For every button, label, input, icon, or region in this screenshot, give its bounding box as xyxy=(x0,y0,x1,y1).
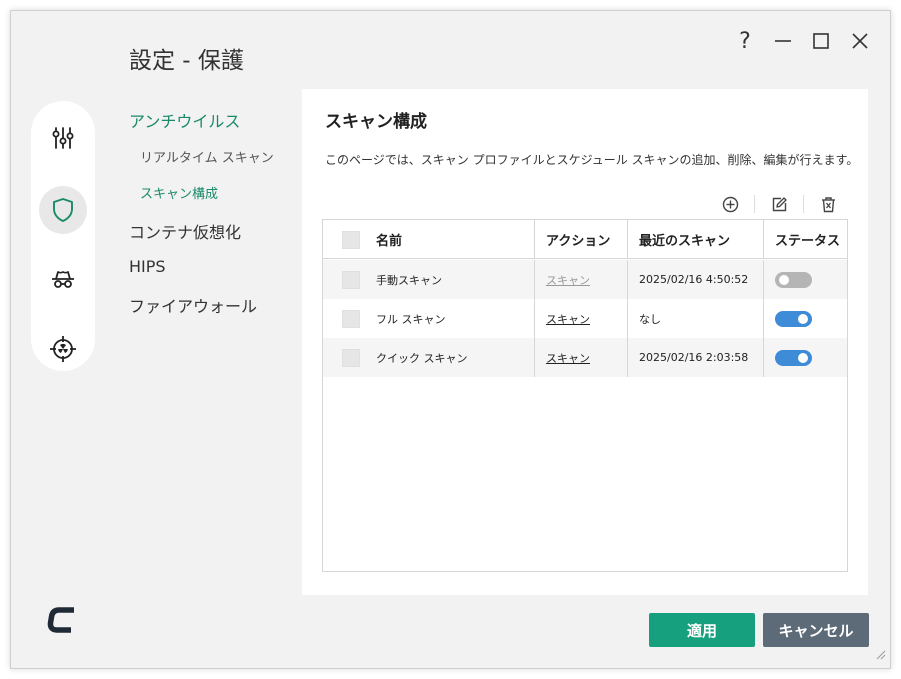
column-header-last-scan[interactable]: 最近のスキャン xyxy=(628,220,764,259)
last-scan-time: 2025/02/16 4:50:52 xyxy=(628,260,764,299)
help-icon: ? xyxy=(739,28,751,54)
spy-icon xyxy=(52,271,74,288)
apply-button[interactable]: 適用 xyxy=(649,613,755,647)
resize-grip-icon xyxy=(876,650,886,660)
last-scan-time: なし xyxy=(628,299,764,338)
rail-item-privacy[interactable] xyxy=(39,256,87,304)
scan-link[interactable]: スキャン xyxy=(546,350,590,366)
window-title: 設定 - 保護 xyxy=(129,48,244,74)
nav-item-container[interactable]: コンテナ仮想化 xyxy=(129,219,241,243)
maximize-icon xyxy=(813,33,829,49)
table-row[interactable]: フル スキャン スキャン なし xyxy=(323,299,847,338)
column-header-action[interactable]: アクション xyxy=(535,220,628,259)
cell-action: スキャン xyxy=(535,338,628,377)
add-button[interactable] xyxy=(718,192,742,216)
shield-icon xyxy=(53,198,73,222)
status-toggle[interactable] xyxy=(775,310,812,327)
rail-item-protection[interactable] xyxy=(39,186,87,234)
nav-item-firewall[interactable]: ファイアウォール xyxy=(129,293,257,317)
cell-name: クイック スキャン xyxy=(323,338,535,377)
minimize-button[interactable] xyxy=(771,29,795,53)
category-rail xyxy=(31,101,95,371)
cell-status xyxy=(764,338,847,377)
row-checkbox[interactable] xyxy=(342,309,360,328)
minimize-icon xyxy=(775,40,791,42)
toolbar-divider xyxy=(803,195,804,213)
nav-item-antivirus[interactable]: アンチウイルス xyxy=(129,108,240,132)
table-toolbar xyxy=(718,192,840,216)
status-toggle[interactable] xyxy=(775,271,812,288)
table-header: 名前 アクション 最近のスキャン ステータス xyxy=(323,220,847,259)
toggle-knob xyxy=(798,313,808,324)
nav-item-realtime-scan[interactable]: リアルタイム スキャン xyxy=(140,147,274,166)
rail-item-general[interactable] xyxy=(39,114,87,162)
select-all-checkbox[interactable] xyxy=(342,230,360,249)
profile-name: 手動スキャン xyxy=(376,273,442,287)
last-scan-time: 2025/02/16 2:03:58 xyxy=(628,338,764,377)
delete-button[interactable] xyxy=(816,192,840,216)
cell-status xyxy=(764,260,847,299)
scan-link[interactable]: スキャン xyxy=(546,272,590,288)
scan-profiles-table: 名前 アクション 最近のスキャン ステータス 手動スキャン スキャン 2025/… xyxy=(322,219,848,572)
cancel-button[interactable]: キャンセル xyxy=(763,613,869,647)
table-row[interactable]: 手動スキャン スキャン 2025/02/16 4:50:52 xyxy=(323,260,847,299)
cell-action: スキャン xyxy=(535,299,628,338)
resize-grip[interactable] xyxy=(876,645,886,664)
row-checkbox[interactable] xyxy=(342,270,360,289)
add-icon xyxy=(722,196,738,212)
row-checkbox[interactable] xyxy=(342,348,360,367)
close-icon xyxy=(852,33,868,49)
help-button[interactable]: ? xyxy=(733,28,757,54)
column-label-name: 名前 xyxy=(376,234,403,249)
edit-button[interactable] xyxy=(767,192,791,216)
table-row[interactable]: クイック スキャン スキャン 2025/02/16 2:03:58 xyxy=(323,338,847,377)
cell-name: フル スキャン xyxy=(323,299,535,338)
toggle-knob xyxy=(779,274,789,285)
cell-status xyxy=(764,299,847,338)
nav-item-scan-config[interactable]: スキャン構成 xyxy=(140,183,218,202)
content-panel: スキャン構成 このページでは、スキャン プロファイルとスケジュール スキャンの追… xyxy=(302,89,868,595)
panel-title: スキャン構成 xyxy=(325,112,427,132)
delete-icon xyxy=(821,196,835,212)
edit-icon xyxy=(772,196,787,211)
rail-item-advanced[interactable] xyxy=(39,325,87,373)
panel-description: このページでは、スキャン プロファイルとスケジュール スキャンの追加、削除、編集… xyxy=(325,153,859,167)
maximize-button[interactable] xyxy=(809,29,833,53)
cell-action: スキャン xyxy=(535,260,628,299)
toggle-knob xyxy=(798,352,808,363)
profile-name: フル スキャン xyxy=(376,312,446,326)
toolbar-divider xyxy=(754,195,755,213)
scan-link[interactable]: スキャン xyxy=(546,311,590,327)
brand-logo xyxy=(47,605,79,639)
status-toggle[interactable] xyxy=(775,349,812,366)
brand-logo-icon xyxy=(47,607,74,633)
close-button[interactable] xyxy=(848,29,872,53)
profile-name: クイック スキャン xyxy=(376,351,468,365)
sliders-icon xyxy=(52,127,74,149)
nav-item-hips[interactable]: HIPS xyxy=(129,257,166,276)
settings-window: 設定 - 保護 ? アンチウイルス リアルタイム スキャン スキャン構成 コンテ… xyxy=(10,10,891,669)
column-header-name[interactable]: 名前 xyxy=(323,220,535,259)
crosshair-icon xyxy=(50,336,76,362)
column-header-status[interactable]: ステータス xyxy=(764,220,847,259)
cell-name: 手動スキャン xyxy=(323,260,535,299)
